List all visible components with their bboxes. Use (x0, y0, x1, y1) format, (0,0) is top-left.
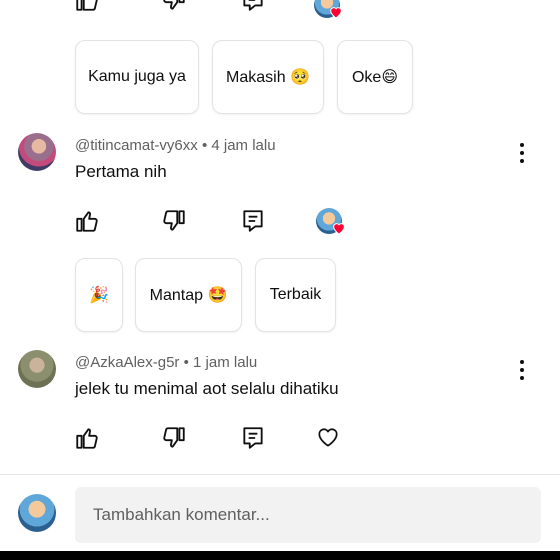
comment-time: 1 jam lalu (193, 354, 258, 371)
comment-author[interactable]: @titincamat-vy6xx (75, 137, 198, 154)
reply-chip[interactable]: Kamu juga ya (75, 40, 199, 114)
comment-time: 4 jam lalu (211, 137, 276, 154)
comment-meta: @titincamat-vy6xx • 4 jam lalu (75, 137, 276, 154)
comment-input[interactable]: Tambahkan komentar... (75, 487, 541, 543)
more-options-icon[interactable] (519, 360, 525, 380)
reply-chip[interactable]: Mantap 🤩 (135, 258, 242, 332)
reply-chip[interactable]: 🎉 (75, 258, 123, 332)
system-nav-bar (0, 551, 560, 560)
thumbs-down-icon (163, 210, 185, 231)
thumbs-up-icon (76, 211, 98, 232)
reply-button[interactable] (240, 208, 266, 234)
heart-outline-icon (318, 428, 338, 447)
reply-icon (243, 427, 263, 449)
reply-button[interactable] (240, 0, 266, 13)
like-button[interactable] (74, 425, 100, 451)
reply-chip[interactable]: Makasih 🥺 (212, 40, 324, 114)
chip-label: Makasih 🥺 (226, 69, 310, 86)
comment-text: jelek tu menimal aot selalu dihatiku (75, 379, 339, 398)
comment-input-placeholder: Tambahkan komentar... (93, 505, 270, 524)
comment-meta: @AzkaAlex-g5r • 1 jam lalu (75, 354, 257, 371)
like-button[interactable] (74, 0, 100, 13)
dislike-button[interactable] (161, 0, 187, 13)
divider (0, 474, 560, 475)
meta-separator: • (201, 137, 208, 154)
meta-separator: • (183, 354, 189, 371)
reply-button[interactable] (240, 425, 266, 451)
chip-label: 🎉 (89, 287, 109, 304)
heart-icon (333, 223, 345, 235)
thumbs-up-icon (76, 428, 98, 449)
avatar[interactable] (18, 133, 56, 171)
thumbs-down-icon (163, 0, 185, 10)
thumbs-up-icon (76, 0, 98, 11)
chip-label: Mantap 🤩 (149, 287, 228, 304)
creator-heart (314, 0, 344, 22)
heart-icon (330, 7, 342, 19)
reply-icon (243, 0, 263, 11)
dislike-button[interactable] (161, 425, 187, 451)
reply-icon (243, 210, 263, 232)
comment-text: Pertama nih (75, 162, 167, 181)
avatar[interactable] (18, 350, 56, 388)
like-button[interactable] (74, 208, 100, 234)
chip-label: Kamu juga ya (88, 68, 186, 85)
comment-author[interactable]: @AzkaAlex-g5r (75, 354, 179, 371)
chip-label: Oke😄 (351, 69, 399, 86)
dislike-button[interactable] (161, 208, 187, 234)
more-options-icon[interactable] (519, 143, 525, 163)
reply-chip[interactable]: Oke😄 (337, 40, 413, 114)
reply-chip[interactable]: Terbaik (255, 258, 336, 332)
creator-heart (316, 208, 348, 238)
heart-button[interactable] (315, 424, 341, 450)
my-avatar (18, 494, 56, 532)
chip-label: Terbaik (269, 286, 322, 303)
thumbs-down-icon (163, 427, 185, 448)
